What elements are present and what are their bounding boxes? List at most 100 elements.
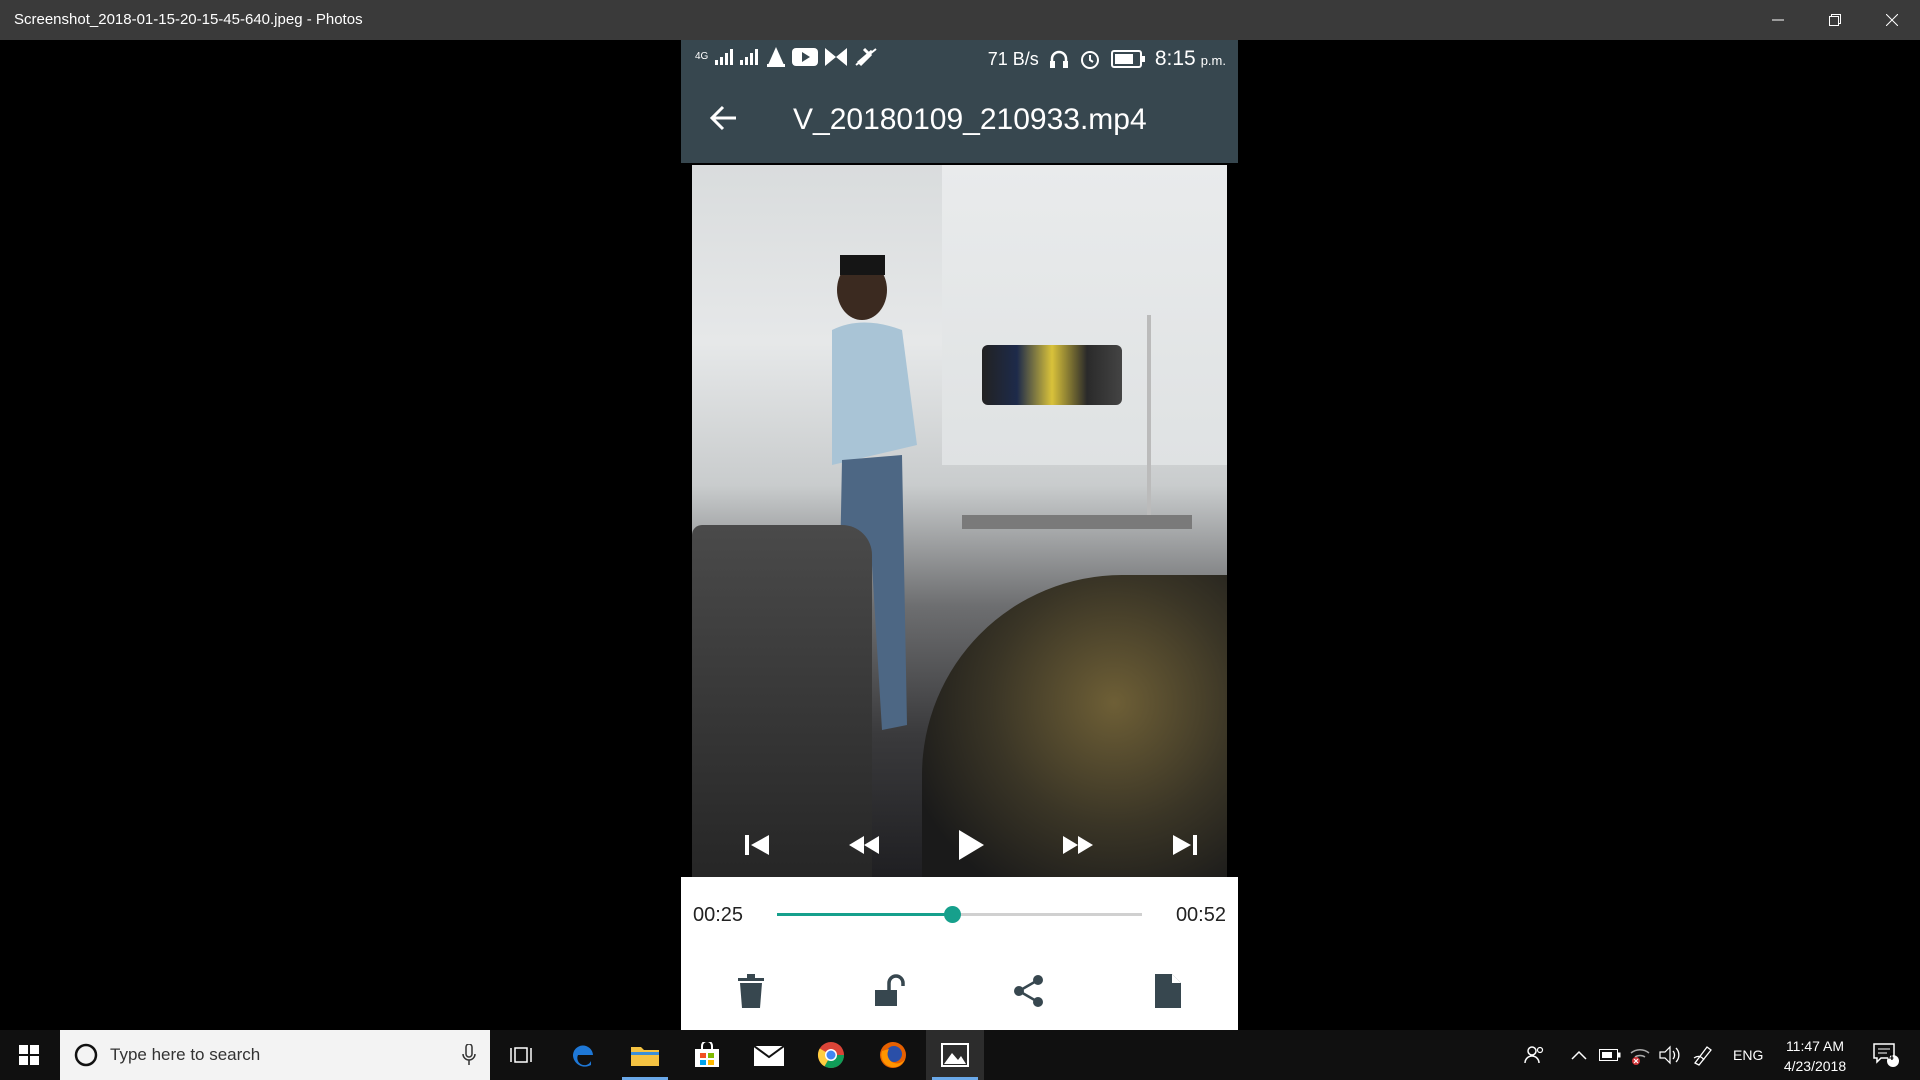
battery-tray-icon bbox=[1599, 1049, 1621, 1061]
close-button[interactable] bbox=[1863, 0, 1920, 40]
people-icon bbox=[1524, 1046, 1544, 1064]
notification-count: 4 bbox=[1888, 1052, 1894, 1063]
store-app[interactable] bbox=[678, 1030, 736, 1080]
lock-button[interactable] bbox=[860, 961, 920, 1021]
firefox-app[interactable] bbox=[864, 1030, 922, 1080]
delete-button[interactable] bbox=[721, 961, 781, 1021]
status-time: 8:15 bbox=[1154, 47, 1196, 70]
language-label: ENG bbox=[1733, 1047, 1764, 1063]
fast-forward-button[interactable] bbox=[1048, 815, 1108, 875]
minimize-icon bbox=[1771, 19, 1784, 21]
play-icon bbox=[958, 830, 984, 860]
skip-previous-icon bbox=[744, 835, 769, 855]
mail-app[interactable] bbox=[740, 1030, 798, 1080]
rewind-icon bbox=[848, 836, 879, 854]
seek-progress bbox=[777, 913, 953, 916]
pen-workspace-tray[interactable] bbox=[1692, 1030, 1714, 1080]
current-time: 00:25 bbox=[693, 904, 744, 926]
photos-app[interactable] bbox=[926, 1030, 984, 1080]
start-button[interactable] bbox=[0, 1030, 58, 1080]
clock-time: 11:47 AM bbox=[1785, 1038, 1845, 1054]
volume-icon bbox=[1659, 1045, 1680, 1065]
unlock-icon bbox=[874, 974, 905, 1006]
youtube-icon bbox=[792, 48, 819, 66]
window-title: Screenshot_2018-01-15-20-15-45-640.jpeg … bbox=[14, 11, 363, 28]
video-table bbox=[962, 515, 1192, 529]
task-view-button[interactable] bbox=[492, 1030, 550, 1080]
clock-date: 4/23/2018 bbox=[1783, 1058, 1847, 1074]
restore-icon bbox=[1828, 14, 1841, 26]
input-language[interactable]: ENG bbox=[1733, 1030, 1763, 1080]
playback-controls bbox=[703, 805, 1227, 877]
headset-icon bbox=[1049, 50, 1068, 68]
pen-icon bbox=[1693, 1046, 1712, 1066]
close-icon bbox=[1885, 14, 1898, 26]
arrow-left-icon bbox=[709, 105, 736, 131]
phone-screenshot: 4G 71 B/s 8:15 p.m. V_20180109_210933.mp… bbox=[681, 40, 1238, 1030]
alarm-icon bbox=[1080, 51, 1099, 69]
image-viewer: 4G 71 B/s 8:15 p.m. V_20180109_210933.mp… bbox=[0, 40, 1920, 1030]
rewind-button[interactable] bbox=[834, 815, 894, 875]
show-hidden-icons-button[interactable] bbox=[1571, 1030, 1587, 1080]
signal-icon bbox=[715, 49, 734, 65]
firefox-icon bbox=[880, 1042, 906, 1068]
edge-app[interactable] bbox=[553, 1030, 611, 1080]
action-bar bbox=[681, 952, 1238, 1030]
battery-icon bbox=[1110, 50, 1145, 68]
vlc-icon bbox=[767, 47, 786, 67]
no-bluetooth-icon bbox=[855, 47, 877, 67]
taskbar-search-box[interactable]: Type here to search bbox=[60, 1030, 490, 1080]
task-view-icon bbox=[510, 1047, 532, 1063]
file-explorer-app[interactable] bbox=[616, 1030, 674, 1080]
trash-icon bbox=[737, 974, 764, 1008]
mail-icon bbox=[754, 1045, 784, 1066]
skip-next-button[interactable] bbox=[1155, 815, 1215, 875]
action-center-button[interactable]: 4 bbox=[1866, 1030, 1906, 1080]
store-bag-icon bbox=[695, 1042, 719, 1067]
seek-bar-panel: 00:25 00:52 bbox=[681, 877, 1238, 952]
window-titlebar: Screenshot_2018-01-15-20-15-45-640.jpeg … bbox=[0, 0, 1920, 40]
photos-icon bbox=[941, 1043, 969, 1067]
minimize-button[interactable] bbox=[1749, 0, 1806, 40]
windows-logo-icon bbox=[19, 1045, 39, 1065]
taskbar-clock[interactable]: 11:47 AM 4/23/2018 bbox=[1770, 1036, 1860, 1076]
back-button[interactable] bbox=[709, 105, 737, 136]
seek-track[interactable] bbox=[777, 906, 1142, 923]
chrome-icon bbox=[817, 1042, 845, 1069]
fast-forward-icon bbox=[1062, 836, 1093, 854]
network-tray[interactable] bbox=[1629, 1030, 1651, 1080]
chrome-app[interactable] bbox=[802, 1030, 860, 1080]
m-icon bbox=[825, 48, 848, 66]
notifications-icon bbox=[1873, 1043, 1899, 1067]
video-shelf bbox=[1147, 315, 1227, 515]
people-button[interactable] bbox=[1523, 1030, 1545, 1080]
microphone-icon bbox=[462, 1044, 476, 1065]
share-icon bbox=[1014, 975, 1044, 1007]
wifi-disconnected-icon bbox=[1630, 1049, 1650, 1065]
file-details-button[interactable] bbox=[1138, 961, 1198, 1021]
share-button[interactable] bbox=[999, 961, 1059, 1021]
file-icon bbox=[1155, 974, 1182, 1008]
total-time: 00:52 bbox=[1175, 904, 1226, 926]
windows-taskbar: Type here to search ENG 11:47 AM 4/23/20… bbox=[0, 1030, 1920, 1080]
battery-tray[interactable] bbox=[1599, 1030, 1621, 1080]
folder-icon bbox=[631, 1047, 659, 1066]
seek-thumb[interactable] bbox=[944, 906, 962, 923]
search-placeholder: Type here to search bbox=[110, 1045, 261, 1064]
skip-previous-button[interactable] bbox=[727, 815, 787, 875]
cortana-icon bbox=[74, 1043, 98, 1067]
4g-icon: 4G bbox=[695, 51, 709, 62]
volume-tray[interactable] bbox=[1658, 1030, 1682, 1080]
video-hanging-clothes bbox=[982, 345, 1122, 405]
skip-next-icon bbox=[1172, 835, 1197, 855]
network-speed: 71 B/s bbox=[987, 48, 1039, 69]
signal-2-icon bbox=[740, 49, 759, 65]
app-bar: V_20180109_210933.mp4 bbox=[681, 77, 1238, 163]
android-status-bar: 4G 71 B/s 8:15 p.m. bbox=[681, 40, 1238, 77]
video-frame[interactable] bbox=[692, 165, 1227, 877]
status-ampm: p.m. bbox=[1200, 53, 1226, 68]
file-title: V_20180109_210933.mp4 bbox=[793, 103, 1147, 136]
play-button[interactable] bbox=[941, 815, 1001, 875]
chevron-up-icon bbox=[1571, 1050, 1587, 1060]
restore-button[interactable] bbox=[1806, 0, 1863, 40]
